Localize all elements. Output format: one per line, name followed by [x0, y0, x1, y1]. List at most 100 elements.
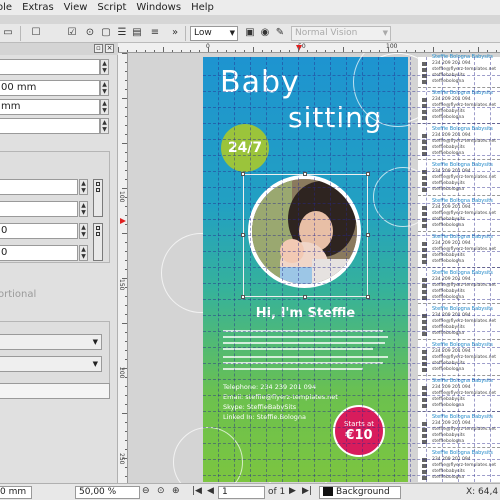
- tear-off-card[interactable]: Steffie Bologna Babysits 234 209 201 094 s…: [418, 53, 500, 88]
- image-setting-combo-1[interactable]: ▼: [0, 334, 102, 350]
- resize-handle[interactable]: [366, 233, 370, 237]
- scale-y-stepper[interactable]: ▲ ▼: [79, 201, 88, 217]
- availability-badge[interactable]: 24/7: [221, 124, 269, 172]
- tear-off-card[interactable]: Steffie Bologna Babysits 234 209 201 094 s…: [418, 339, 500, 376]
- document-icon[interactable]: ▭: [2, 27, 14, 39]
- ruler-tick: [289, 50, 290, 52]
- resize-handle[interactable]: [303, 172, 307, 176]
- table-icon[interactable]: ▤: [131, 27, 143, 39]
- resize-handle[interactable]: [303, 295, 307, 299]
- resize-handle[interactable]: [366, 295, 370, 299]
- target-icon[interactable]: ⊙: [84, 27, 96, 39]
- last-page-icon[interactable]: ▶|: [302, 486, 312, 496]
- dpi-y-stepper[interactable]: ▲ ▼: [79, 245, 88, 261]
- height-stepper[interactable]: ▲ ▼: [100, 118, 109, 134]
- resize-handle[interactable]: [241, 233, 245, 237]
- zoom-in-icon[interactable]: ⊕: [172, 486, 180, 496]
- ruler-tick: [122, 53, 127, 54]
- tear-off-card[interactable]: Steffie Bologna Babysits 234 209 201 094 s…: [418, 195, 500, 232]
- guide-line: [426, 57, 427, 482]
- ruler-tick: [125, 467, 127, 468]
- card-line: steffiebabysits: [432, 325, 465, 330]
- zoom-100-icon[interactable]: ⊙: [157, 486, 165, 496]
- first-page-icon[interactable]: |◀: [192, 486, 202, 496]
- image-setting-button[interactable]: [0, 383, 110, 399]
- ruler-tick: [122, 233, 127, 234]
- tear-off-card[interactable]: Steffie Bologna Babysits 234 209 201 094 s…: [418, 375, 500, 412]
- width-field[interactable]: mm: [0, 99, 100, 115]
- menu-extras[interactable]: Extras: [17, 0, 59, 15]
- tear-off-card[interactable]: Steffie Bologna Babysits 234 209 201 094 s…: [418, 447, 500, 483]
- ruler-tick: [125, 440, 127, 441]
- tear-off-card[interactable]: Steffie Bologna Babysits 234 209 201 094 s…: [418, 87, 500, 124]
- ruler-tick: [298, 47, 299, 52]
- panel-header: ▫ ×: [0, 43, 118, 55]
- y-position-field[interactable]: 00 mm: [0, 80, 100, 96]
- menu-help[interactable]: Help: [186, 0, 219, 15]
- tear-off-card[interactable]: Steffie Bologna Babysits 234 209 201 094 s…: [418, 303, 500, 340]
- guide-line: [203, 331, 500, 332]
- resize-handle[interactable]: [366, 172, 370, 176]
- card-line: 234 209 201 094: [432, 97, 471, 102]
- page-number-field[interactable]: 1: [218, 486, 265, 499]
- tear-off-card[interactable]: Steffie Bologna Babysits 234 209 201 094 s…: [418, 159, 500, 196]
- x-position-stepper[interactable]: ▲ ▼: [100, 59, 109, 75]
- menu-windows[interactable]: Windows: [131, 0, 186, 15]
- ruler-tick: [361, 50, 362, 52]
- next-page-icon[interactable]: ▶: [289, 486, 296, 496]
- x-position-field[interactable]: [0, 59, 100, 75]
- guide-line: [203, 91, 500, 92]
- resize-handle[interactable]: [241, 295, 245, 299]
- guide-line: [203, 411, 500, 412]
- ruler-tick: [125, 62, 127, 63]
- zoom-out-icon[interactable]: ⊖: [142, 486, 150, 496]
- resize-handle[interactable]: [241, 172, 245, 176]
- zoom-field[interactable]: 50,00 %: [75, 486, 140, 499]
- guide-line: [410, 57, 411, 482]
- previous-page-icon[interactable]: ◀: [207, 486, 214, 496]
- link-dpi-button[interactable]: [93, 223, 103, 261]
- dpi-x-field[interactable]: 0: [0, 223, 78, 239]
- ruler-tick: [125, 107, 127, 108]
- link-scale-button[interactable]: [93, 179, 103, 217]
- visual-appearance-select[interactable]: Normal Vision ▼: [291, 26, 391, 41]
- scale-y-field[interactable]: [0, 201, 78, 217]
- frame-icon[interactable]: ▢: [100, 27, 112, 39]
- menu-file[interactable]: ole: [0, 0, 17, 15]
- list-icon[interactable]: ☰: [116, 27, 128, 39]
- y-position-stepper[interactable]: ▲ ▼: [100, 80, 109, 96]
- edit-icon[interactable]: ✎: [274, 27, 286, 39]
- ruler-tick: [125, 179, 127, 180]
- preview-mode-icon[interactable]: ▣: [244, 27, 256, 39]
- scale-x-stepper[interactable]: ▲ ▼: [79, 179, 88, 195]
- flyer-title-baby[interactable]: Baby: [220, 65, 300, 100]
- width-stepper[interactable]: ▲ ▼: [100, 99, 109, 115]
- tear-off-card[interactable]: Steffie Bologna Babysits 234 209 201 094 s…: [418, 231, 500, 268]
- unit-value-field[interactable]: 0 mm: [0, 486, 32, 499]
- height-field[interactable]: [0, 118, 100, 134]
- float-icon[interactable]: ▫: [94, 44, 103, 53]
- preview-quality-select[interactable]: Low ▼: [190, 26, 238, 41]
- ruler-tick: [125, 116, 127, 117]
- guide-line: [203, 315, 500, 316]
- image-setting-combo-2[interactable]: ▼: [0, 356, 102, 372]
- document-canvas[interactable]: Baby sitting 24/7 Hi, I'm Steffie Teleph…: [128, 53, 500, 483]
- menu-view[interactable]: View: [59, 0, 93, 15]
- more-icon[interactable]: »: [169, 27, 181, 39]
- flyer-title-sitting[interactable]: sitting: [288, 101, 383, 134]
- layer-select[interactable]: Background: [319, 486, 401, 499]
- body-text-line: [223, 342, 385, 344]
- cursor-coordinate: X: 64,4: [466, 487, 499, 497]
- edit-contents-icon[interactable]: ☐: [30, 27, 42, 39]
- card-line: steffiebabysits: [432, 181, 465, 186]
- eye-icon[interactable]: ◉: [259, 27, 271, 39]
- menu-script[interactable]: Script: [92, 0, 131, 15]
- dpi-y-field[interactable]: 0: [0, 245, 78, 261]
- selection-frame[interactable]: [241, 172, 370, 299]
- tear-off-page[interactable]: Steffie Bologna Babysits 234 209 201 094 s…: [418, 54, 500, 483]
- lines-icon[interactable]: ≡: [149, 27, 161, 39]
- dpi-x-stepper[interactable]: ▲ ▼: [79, 223, 88, 239]
- scale-x-field[interactable]: [0, 179, 78, 195]
- close-icon[interactable]: ×: [105, 44, 114, 53]
- check-icon[interactable]: ☑: [66, 27, 78, 39]
